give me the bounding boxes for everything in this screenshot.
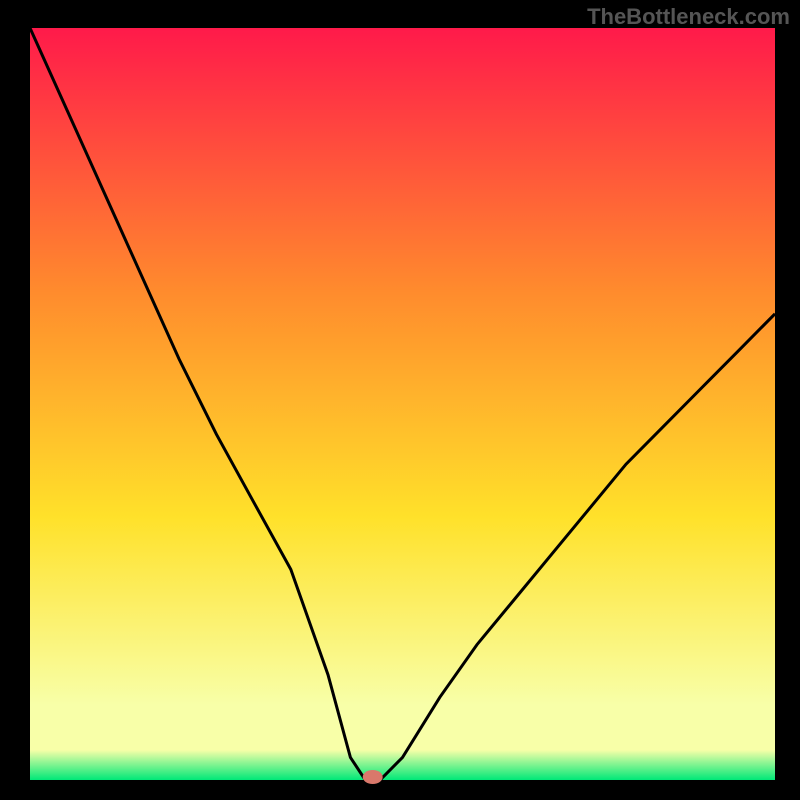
- chart-svg: [0, 0, 800, 800]
- plot-background: [30, 28, 775, 780]
- bottleneck-chart: TheBottleneck.com: [0, 0, 800, 800]
- optimal-point-marker: [363, 770, 383, 784]
- watermark-text: TheBottleneck.com: [587, 4, 790, 30]
